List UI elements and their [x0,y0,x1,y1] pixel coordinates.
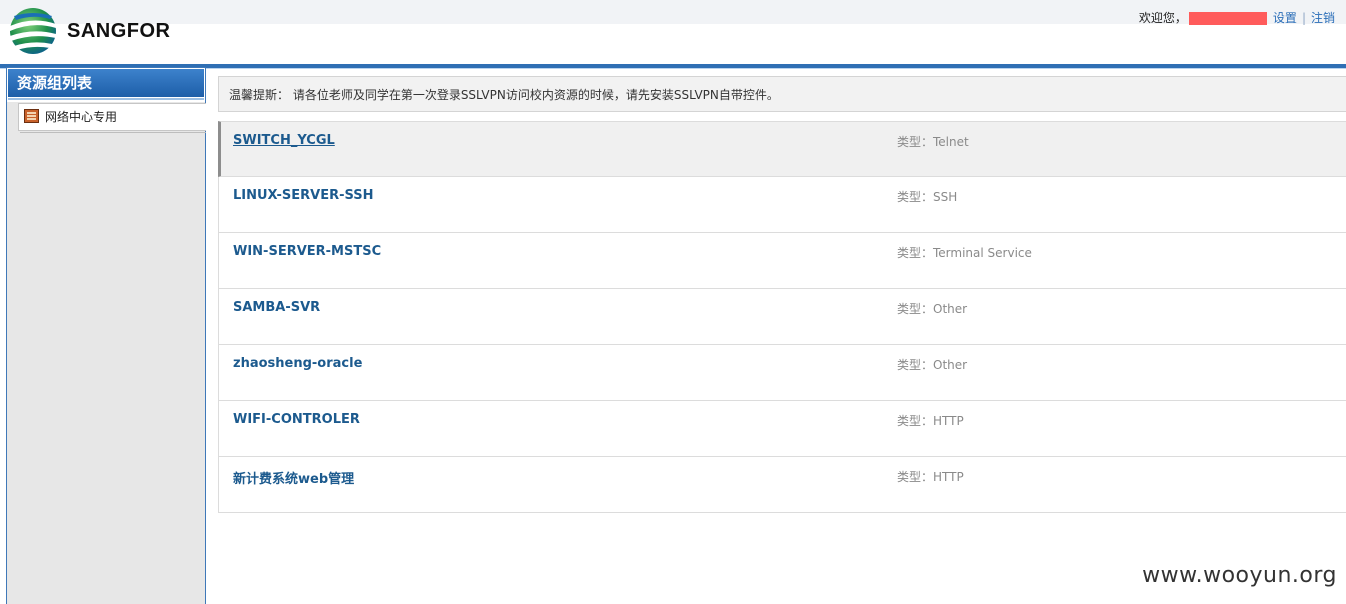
resource-type: 类型：HTTP [897,470,964,484]
settings-link[interactable]: 设置 [1273,11,1297,25]
notice-banner: 温馨提斯： 请各位老师及同学在第一次登录SSLVPN访问校内资源的时候，请先安装… [218,76,1346,112]
server-rack-icon [24,109,39,123]
resource-name-link[interactable]: zhaosheng-oracle [233,356,362,371]
welcome-text: 欢迎您， [1138,11,1187,25]
watermark: www.wooyun.org [1142,563,1337,588]
resource-item[interactable]: LINUX-SERVER-SSH 类型：SSH [218,177,1346,233]
sidebar-title-underline [8,98,204,100]
resource-type: 类型：Terminal Service [897,246,1032,260]
sidebar-item-network-center[interactable]: 网络中心专用 [18,103,206,131]
resource-item[interactable]: WIN-SERVER-MSTSC 类型：Terminal Service [218,233,1346,289]
resource-item[interactable]: SWITCH_YCGL 类型：Telnet [218,121,1346,177]
resource-type: 类型：Telnet [897,135,969,149]
resource-name-link[interactable]: SAMBA-SVR [233,300,320,315]
sidebar: 资源组列表 网络中心专用 [6,67,206,604]
link-separator: | [1301,11,1306,25]
resource-name-link[interactable]: SWITCH_YCGL [233,133,335,148]
page-header: SANGFOR 欢迎您， 设置 | 注销 [0,0,1346,64]
resource-name-link[interactable]: WIFI-CONTROLER [233,412,360,427]
resource-type: 类型：Other [897,358,968,372]
redacted-username [1188,12,1267,25]
resource-item[interactable]: 新计费系统web管理 类型：HTTP [218,457,1346,513]
resource-item[interactable]: WIFI-CONTROLER 类型：HTTP [218,401,1346,457]
resource-item[interactable]: zhaosheng-oracle 类型：Other [218,345,1346,401]
resource-type: 类型：HTTP [897,414,964,428]
sidebar-background [7,102,205,604]
sidebar-item-label: 网络中心专用 [45,110,118,124]
sidebar-title: 资源组列表 [8,69,204,97]
logout-link[interactable]: 注销 [1311,11,1335,25]
resource-item[interactable]: SAMBA-SVR 类型：Other [218,289,1346,345]
brand-name: SANGFOR [67,20,171,42]
resource-name-link[interactable]: 新计费系统web管理 [233,468,354,487]
resource-name-link[interactable]: WIN-SERVER-MSTSC [233,244,381,259]
user-links: 欢迎您， 设置 | 注销 [1139,9,1335,26]
resource-type: 类型：Other [897,302,968,316]
sidebar-item-shadow [20,132,206,133]
sangfor-logo-icon[interactable] [8,6,58,56]
resource-name-link[interactable]: LINUX-SERVER-SSH [233,188,374,203]
resource-type: 类型：SSH [897,190,958,204]
